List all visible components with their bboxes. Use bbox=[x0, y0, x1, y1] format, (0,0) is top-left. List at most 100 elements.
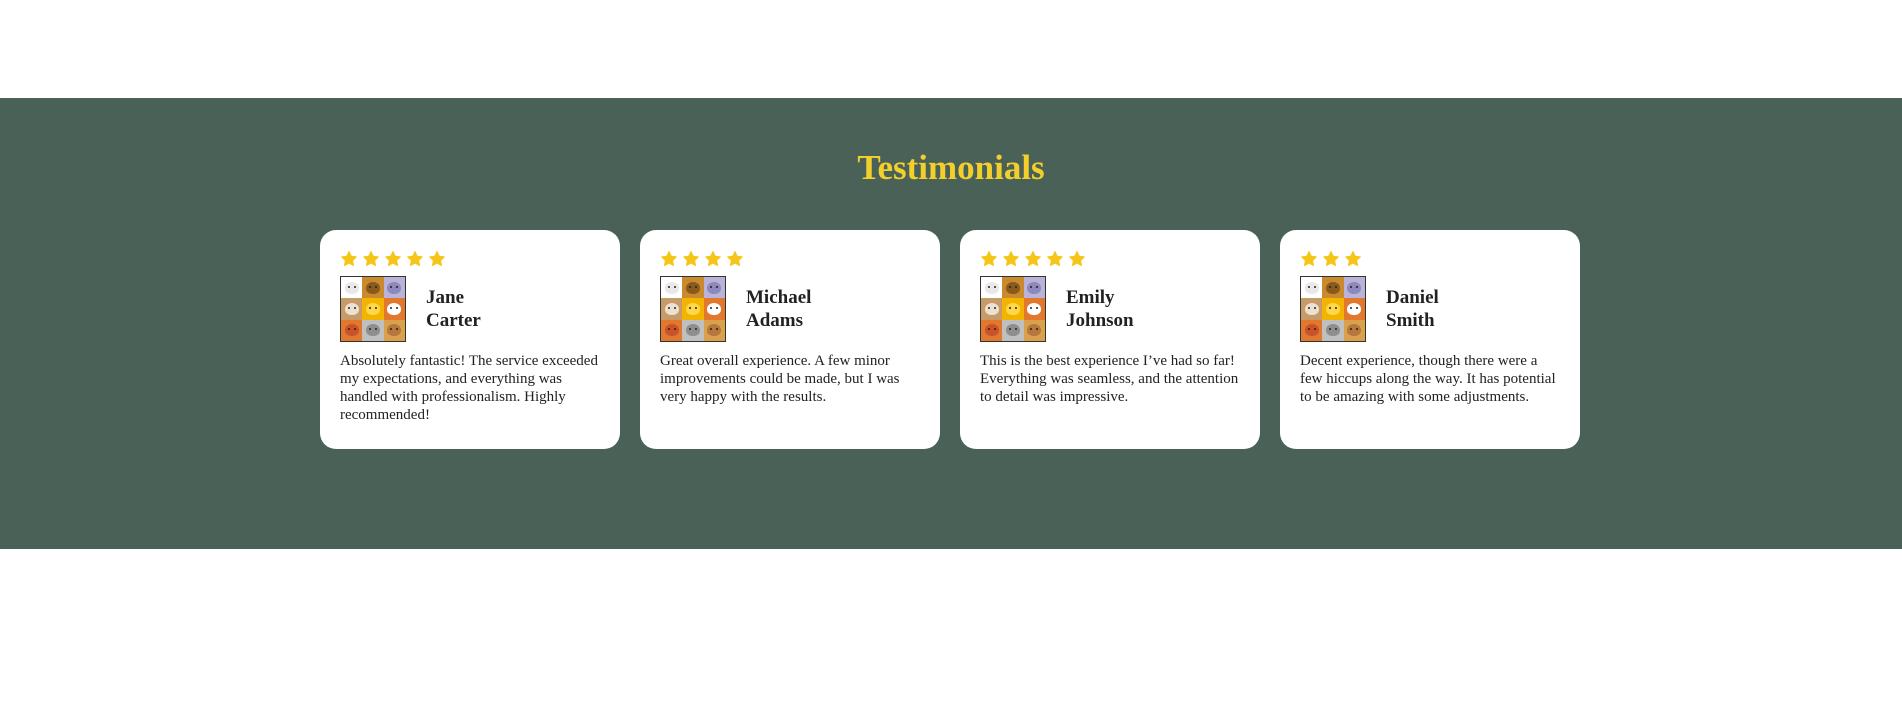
star-icon bbox=[341, 251, 357, 267]
animal-face-icon bbox=[344, 281, 359, 294]
animal-face-tile bbox=[362, 298, 384, 320]
star-rating bbox=[980, 250, 1240, 268]
animal-face-tile bbox=[341, 277, 363, 299]
animal-face-icon bbox=[685, 324, 700, 337]
animal-face-icon bbox=[1304, 302, 1319, 315]
animal-face-tile bbox=[1301, 298, 1323, 320]
animal-face-tile bbox=[1322, 277, 1344, 299]
testimonial-card: Daniel Smith Decent experience, though t… bbox=[1280, 230, 1580, 449]
testimonial-text: Great overall experience. A few minor im… bbox=[660, 353, 900, 405]
star-icon bbox=[1003, 251, 1019, 267]
animal-face-tile bbox=[682, 277, 704, 299]
reviewer-last-name: Adams bbox=[746, 310, 804, 331]
animal-faces-grid-icon bbox=[980, 276, 1046, 342]
reviewer: Michael Adams bbox=[660, 276, 920, 342]
star-icon bbox=[363, 251, 379, 267]
animal-face-icon bbox=[984, 302, 999, 315]
star-rating bbox=[340, 250, 600, 268]
star-icon bbox=[1069, 251, 1085, 267]
reviewer-name: Daniel Smith bbox=[1386, 286, 1476, 332]
animal-face-tile bbox=[341, 298, 363, 320]
animal-face-icon bbox=[707, 324, 722, 337]
reviewer: Daniel Smith bbox=[1300, 276, 1560, 342]
animal-face-tile bbox=[1301, 319, 1323, 341]
reviewer: Emily Johnson bbox=[980, 276, 1240, 342]
animal-face-icon bbox=[984, 281, 999, 294]
reviewer-first-name: Daniel bbox=[1386, 287, 1439, 308]
reviewer-first-name: Jane bbox=[426, 287, 464, 308]
star-icon bbox=[683, 251, 699, 267]
animal-face-tile bbox=[661, 298, 683, 320]
animal-face-tile bbox=[1301, 277, 1323, 299]
animal-face-icon bbox=[344, 324, 359, 337]
animal-face-icon bbox=[1005, 302, 1020, 315]
reviewer-first-name: Emily bbox=[1066, 287, 1115, 308]
animal-face-icon bbox=[707, 302, 722, 315]
reviewer: Jane Carter bbox=[340, 276, 600, 342]
animal-face-tile bbox=[682, 319, 704, 341]
animal-face-icon bbox=[387, 324, 402, 337]
star-icon bbox=[429, 251, 445, 267]
star-icon bbox=[661, 251, 677, 267]
animal-face-tile bbox=[682, 298, 704, 320]
animal-face-icon bbox=[387, 302, 402, 315]
star-rating bbox=[660, 250, 920, 268]
animal-face-icon bbox=[664, 281, 679, 294]
animal-face-icon bbox=[1027, 302, 1042, 315]
animal-face-icon bbox=[664, 324, 679, 337]
testimonial-text: Decent experience, though there were a f… bbox=[1300, 353, 1556, 405]
reviewer-last-name: Carter bbox=[426, 310, 481, 331]
animal-face-icon bbox=[365, 281, 380, 294]
star-icon bbox=[385, 251, 401, 267]
animal-faces-grid-icon bbox=[1300, 276, 1366, 342]
animal-face-tile bbox=[341, 319, 363, 341]
animal-face-tile bbox=[1343, 277, 1365, 299]
animal-face-icon bbox=[365, 324, 380, 337]
animal-face-icon bbox=[1304, 281, 1319, 294]
animal-face-icon bbox=[664, 302, 679, 315]
animal-face-icon bbox=[1347, 324, 1362, 337]
star-icon bbox=[1025, 251, 1041, 267]
testimonial-card: Jane Carter Absolutely fantastic! The se… bbox=[320, 230, 620, 449]
animal-face-tile bbox=[1002, 319, 1024, 341]
animal-face-icon bbox=[685, 281, 700, 294]
testimonial-card: Emily Johnson This is the best experienc… bbox=[960, 230, 1260, 449]
animal-face-tile bbox=[1002, 277, 1024, 299]
star-icon bbox=[407, 251, 423, 267]
star-icon bbox=[1345, 251, 1361, 267]
animal-face-tile bbox=[1343, 298, 1365, 320]
animal-face-tile bbox=[1023, 319, 1045, 341]
star-rating bbox=[1300, 250, 1560, 268]
reviewer-name: Jane Carter bbox=[426, 286, 516, 332]
testimonial-text: Absolutely fantastic! The service exceed… bbox=[340, 353, 598, 423]
animal-faces-grid-icon bbox=[340, 276, 406, 342]
animal-face-tile bbox=[981, 298, 1003, 320]
testimonial-text: This is the best experience I’ve had so … bbox=[980, 353, 1239, 405]
animal-face-tile bbox=[362, 319, 384, 341]
animal-face-tile bbox=[1322, 298, 1344, 320]
animal-face-icon bbox=[1347, 302, 1362, 315]
reviewer-name: Emily Johnson bbox=[1066, 286, 1156, 332]
animal-face-tile bbox=[383, 298, 405, 320]
animal-face-tile bbox=[1343, 319, 1365, 341]
animal-face-icon bbox=[365, 302, 380, 315]
animal-face-tile bbox=[1002, 298, 1024, 320]
star-icon bbox=[981, 251, 997, 267]
animal-face-tile bbox=[703, 298, 725, 320]
animal-face-icon bbox=[1005, 324, 1020, 337]
animal-face-tile bbox=[1023, 277, 1045, 299]
animal-faces-grid-icon bbox=[660, 276, 726, 342]
animal-face-icon bbox=[1325, 302, 1340, 315]
animal-face-icon bbox=[1325, 281, 1340, 294]
animal-face-tile bbox=[362, 277, 384, 299]
reviewer-first-name: Michael bbox=[746, 287, 812, 308]
animal-face-tile bbox=[981, 319, 1003, 341]
star-icon bbox=[1047, 251, 1063, 267]
animal-face-icon bbox=[1347, 281, 1362, 294]
star-icon bbox=[1301, 251, 1317, 267]
star-icon bbox=[705, 251, 721, 267]
reviewer-last-name: Johnson bbox=[1066, 310, 1134, 331]
animal-face-tile bbox=[703, 319, 725, 341]
animal-face-tile bbox=[383, 277, 405, 299]
animal-face-icon bbox=[387, 281, 402, 294]
